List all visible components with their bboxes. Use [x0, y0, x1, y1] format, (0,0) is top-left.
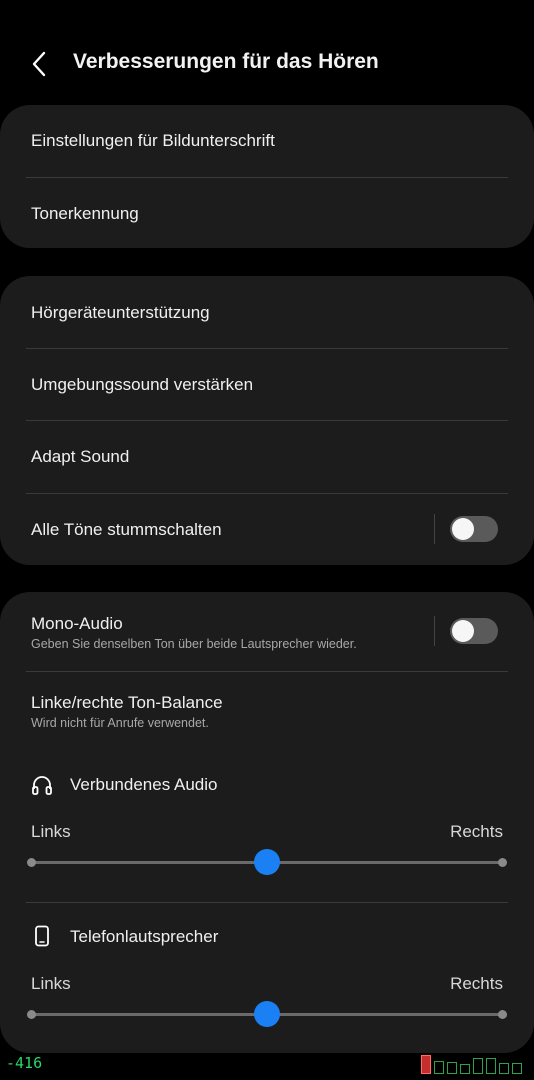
debug-level-meter [421, 1055, 531, 1074]
card-audio: Mono-Audio Geben Sie denselben Ton über … [0, 592, 534, 1053]
list-item-description: Wird nicht für Anrufe verwendet. [31, 716, 209, 730]
toggle-knob [452, 518, 474, 540]
list-item-hearing-aid-support[interactable]: Hörgeräteunterstützung [0, 276, 534, 348]
list-item-caption-settings[interactable]: Einstellungen für Bildunterschrift [0, 105, 534, 177]
slider-end-right [498, 1010, 507, 1019]
phone-speaker-balance-slider[interactable] [0, 1000, 534, 1030]
meter-bar [460, 1064, 470, 1074]
card-captions: Einstellungen für Bildunterschrift Toner… [0, 105, 534, 248]
slider-end-left [27, 1010, 36, 1019]
connected-audio-balance-slider[interactable] [0, 848, 534, 878]
list-item-label: Umgebungssound verstärken [31, 375, 254, 394]
list-item-label: Alle Töne stummschalten [31, 520, 222, 539]
app-header: Verbesserungen für das Hören [0, 0, 534, 104]
list-item-balance: Linke/rechte Ton-Balance Wird nicht für … [0, 672, 534, 732]
list-item-mono-audio[interactable]: Mono-Audio Geben Sie denselben Ton über … [0, 592, 534, 671]
card-hearing: Hörgeräteunterstützung Umgebungssound ve… [0, 276, 534, 565]
list-item-adapt-sound[interactable]: Adapt Sound [0, 421, 534, 493]
list-item-label: Einstellungen für Bildunterschrift [31, 131, 275, 150]
meter-bar [434, 1061, 444, 1074]
slider-end-left [27, 858, 36, 867]
slider-left-label: Links [31, 974, 71, 993]
list-item-mute-all[interactable]: Alle Töne stummschalten [0, 494, 534, 565]
meter-bar [421, 1055, 431, 1074]
chevron-left-icon [32, 51, 46, 77]
list-item-label: Adapt Sound [31, 447, 130, 466]
list-item-label: Mono-Audio [31, 614, 123, 633]
connected-audio-heading: Verbundenes Audio [70, 775, 218, 794]
back-button[interactable] [28, 50, 52, 78]
slider-thumb[interactable] [254, 849, 280, 875]
meter-bar [486, 1058, 496, 1074]
slider-end-right [498, 858, 507, 867]
list-item-label: Linke/rechte Ton-Balance [31, 693, 223, 712]
slider-left-label: Links [31, 822, 71, 841]
divider [26, 902, 508, 903]
list-item-label: Hörgeräteunterstützung [31, 303, 210, 322]
meter-bar [499, 1063, 509, 1074]
mono-audio-toggle[interactable] [450, 618, 498, 644]
list-item-label: Tonerkennung [31, 204, 139, 223]
list-item-amplify-ambient[interactable]: Umgebungssound verstärken [0, 349, 534, 421]
page-title: Verbesserungen für das Hören [73, 50, 379, 73]
meter-bar [447, 1062, 457, 1074]
meter-bar [473, 1058, 483, 1074]
vertical-separator [434, 616, 435, 646]
list-item-description: Geben Sie denselben Ton über beide Lauts… [31, 637, 357, 651]
vertical-separator [434, 514, 435, 544]
headphones-icon [32, 776, 52, 795]
phone-speaker-heading: Telefonlautsprecher [70, 927, 219, 946]
slider-right-label: Rechts [450, 974, 503, 993]
slider-right-label: Rechts [450, 822, 503, 841]
toggle-knob [452, 620, 474, 642]
slider-thumb[interactable] [254, 1001, 280, 1027]
debug-readout: -416 [6, 1054, 43, 1072]
meter-bar [512, 1063, 522, 1074]
list-item-sound-detection[interactable]: Tonerkennung [0, 178, 534, 248]
mute-all-toggle[interactable] [450, 516, 498, 542]
phone-icon [35, 925, 49, 947]
